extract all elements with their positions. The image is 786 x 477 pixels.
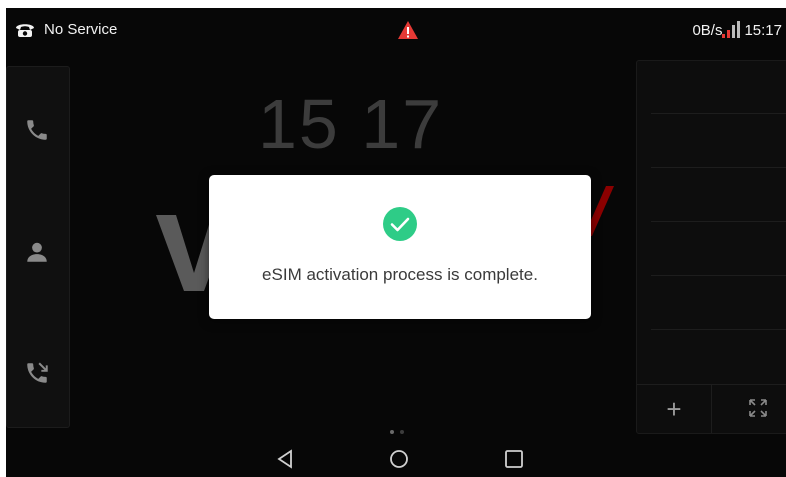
service-text: No Service (44, 21, 118, 38)
recents-square-icon[interactable] (504, 449, 524, 469)
home-clock: 15 17 (258, 85, 444, 163)
telephone-icon (16, 23, 34, 37)
panel-footer: + (637, 384, 786, 433)
page-indicator (390, 430, 404, 434)
service-status: No Service (14, 21, 117, 38)
status-time: 15:17 (744, 21, 782, 39)
expand-icon[interactable] (749, 399, 767, 417)
esim-complete-dialog[interactable]: eSIM activation process is complete. (209, 175, 591, 319)
status-indicators: 0B/s 15:17 (692, 21, 782, 39)
warning-icon[interactable] (397, 20, 419, 40)
phone-icon[interactable] (24, 117, 50, 143)
left-shortcut-panel (6, 66, 70, 428)
panel-row-divider (651, 221, 786, 222)
panel-row-divider (651, 113, 786, 114)
home-circle-icon[interactable] (389, 449, 409, 469)
panel-row-divider (651, 167, 786, 168)
panel-row-divider (651, 275, 786, 276)
navigation-bar (6, 440, 786, 477)
status-bar: No Service 0B/s 15:17 (6, 8, 786, 52)
add-button[interactable]: + (637, 385, 712, 433)
network-speed: 0B/s (692, 21, 723, 39)
dialog-message: eSIM activation process is complete. (262, 265, 538, 284)
page-dot-active (390, 430, 394, 434)
contact-icon[interactable] (24, 239, 50, 265)
check-circle-icon (383, 207, 417, 241)
panel-row-divider (651, 329, 786, 330)
signal-bars-icon (722, 21, 741, 38)
page-dot (400, 430, 404, 434)
device-screen: No Service 0B/s 15:17 15 17 + eSIM activ… (6, 8, 786, 477)
right-widget-panel: + (636, 60, 786, 434)
call-history-icon[interactable] (24, 360, 50, 386)
back-triangle-icon[interactable] (276, 449, 294, 469)
